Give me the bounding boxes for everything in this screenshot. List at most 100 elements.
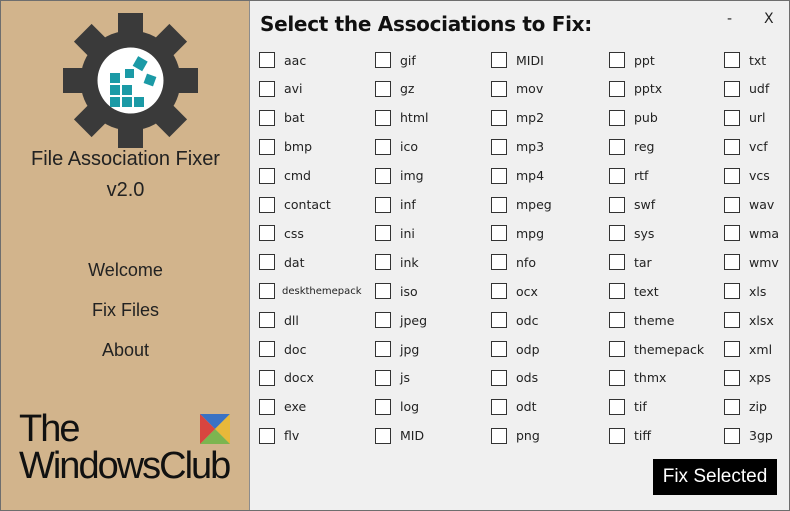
checkbox[interactable] [375,196,391,213]
close-button[interactable]: X [764,11,774,27]
checkbox[interactable] [724,225,740,242]
checkbox[interactable] [609,225,625,242]
checkbox[interactable] [375,167,391,184]
checkbox-item[interactable]: ppt [609,51,655,69]
checkbox-item[interactable]: themepack [609,340,704,358]
checkbox[interactable] [259,138,275,155]
checkbox[interactable] [259,196,275,213]
checkbox[interactable] [491,167,507,184]
checkbox[interactable] [259,369,275,386]
checkbox-item[interactable]: thmx [609,369,666,387]
checkbox[interactable] [259,398,275,415]
checkbox-item[interactable]: ocx [491,282,538,300]
checkbox-item[interactable]: ink [375,253,419,271]
checkbox[interactable] [491,109,507,126]
checkbox-item[interactable]: MID [375,427,424,445]
checkbox[interactable] [375,80,391,97]
checkbox-item[interactable]: xps [724,369,771,387]
checkbox[interactable] [724,196,740,213]
checkbox-item[interactable]: css [259,224,304,242]
checkbox-item[interactable]: vcf [724,138,768,156]
checkbox[interactable] [609,80,625,97]
checkbox-item[interactable]: png [491,427,540,445]
checkbox-item[interactable]: aac [259,51,306,69]
checkbox-item[interactable]: pptx [609,80,662,98]
checkbox[interactable] [724,52,740,68]
checkbox-item[interactable]: tiff [609,427,651,445]
checkbox-item[interactable]: doc [259,340,306,358]
checkbox-item[interactable]: 3gp [724,427,773,445]
checkbox-item[interactable]: mpg [491,224,544,242]
checkbox-item[interactable]: ini [375,224,415,242]
checkbox-item[interactable]: jpeg [375,311,427,329]
checkbox-item[interactable]: udf [724,80,769,98]
checkbox[interactable] [259,167,275,184]
checkbox[interactable] [259,52,275,68]
checkbox-item[interactable]: jpg [375,340,419,358]
checkbox[interactable] [724,341,740,357]
checkbox[interactable] [609,312,625,329]
checkbox-item[interactable]: vcs [724,167,770,185]
checkbox[interactable] [259,254,275,271]
checkbox[interactable] [491,254,507,271]
checkbox[interactable] [609,52,625,68]
checkbox-item[interactable]: swf [609,196,655,214]
checkbox-item[interactable]: img [375,167,424,185]
nav-fix-files[interactable]: Fix Files [1,300,250,321]
checkbox-item[interactable]: gz [375,80,415,98]
checkbox[interactable] [259,109,275,126]
checkbox[interactable] [724,138,740,155]
checkbox[interactable] [609,109,625,126]
checkbox-item[interactable]: js [375,369,410,387]
checkbox-item[interactable]: iso [375,282,418,300]
checkbox[interactable] [724,398,740,415]
checkbox[interactable] [375,341,391,357]
checkbox[interactable] [259,80,275,97]
checkbox[interactable] [724,254,740,271]
checkbox[interactable] [609,341,625,357]
checkbox[interactable] [609,167,625,184]
checkbox-item[interactable]: odp [491,340,540,358]
checkbox[interactable] [724,312,740,329]
checkbox[interactable] [375,138,391,155]
checkbox[interactable] [491,225,507,242]
checkbox[interactable] [375,52,391,68]
fix-selected-button[interactable]: Fix Selected [653,459,777,495]
checkbox[interactable] [259,312,275,329]
checkbox-item[interactable]: theme [609,311,674,329]
checkbox[interactable] [491,369,507,386]
checkbox-item[interactable]: html [375,109,428,127]
checkbox-item[interactable]: deskthemepack [259,282,362,300]
checkbox[interactable] [724,167,740,184]
checkbox-item[interactable]: flv [259,427,299,445]
checkbox[interactable] [609,138,625,155]
checkbox-item[interactable]: avi [259,80,303,98]
checkbox-item[interactable]: log [375,398,419,416]
nav-about[interactable]: About [1,340,250,361]
checkbox-item[interactable]: ods [491,369,538,387]
checkbox-item[interactable]: mp2 [491,109,544,127]
checkbox-item[interactable]: dll [259,311,299,329]
checkbox[interactable] [259,225,275,242]
checkbox[interactable] [724,80,740,97]
nav-welcome[interactable]: Welcome [1,260,250,281]
checkbox-item[interactable]: mpeg [491,196,552,214]
checkbox-item[interactable]: rtf [609,167,648,185]
checkbox[interactable] [609,398,625,415]
checkbox[interactable] [491,341,507,357]
checkbox[interactable] [609,283,625,300]
checkbox[interactable] [609,254,625,271]
checkbox[interactable] [375,225,391,242]
checkbox-item[interactable]: tar [609,253,652,271]
checkbox-item[interactable]: docx [259,369,314,387]
checkbox-item[interactable]: wmv [724,253,779,271]
checkbox-item[interactable]: odt [491,398,536,416]
checkbox[interactable] [491,196,507,213]
checkbox[interactable] [375,398,391,415]
checkbox-item[interactable]: xls [724,282,766,300]
checkbox-item[interactable]: text [609,282,659,300]
checkbox-item[interactable]: sys [609,224,654,242]
checkbox[interactable] [724,427,740,444]
checkbox-item[interactable]: bat [259,109,305,127]
minimize-button[interactable]: - [727,11,732,27]
